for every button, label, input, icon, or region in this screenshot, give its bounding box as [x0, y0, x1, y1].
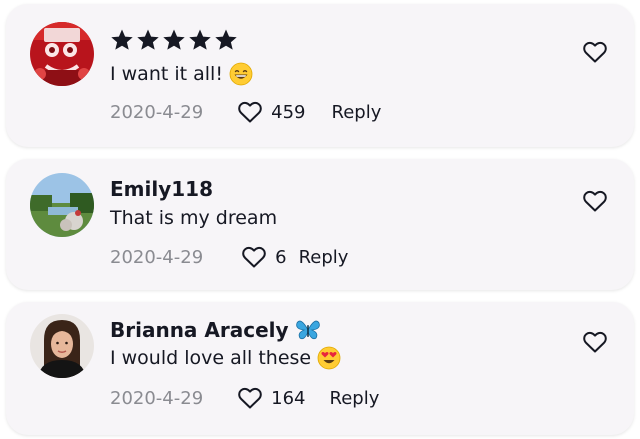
reply-button[interactable]: Reply — [330, 388, 380, 409]
heart-outline-icon — [242, 246, 266, 268]
star-icon — [137, 29, 159, 50]
comment-text: That is my dream — [110, 207, 278, 229]
star-icon — [163, 29, 185, 50]
red-merchandise-avatar-image — [30, 22, 94, 86]
comment-text-row: That is my dream — [110, 207, 277, 229]
comment-card: Brianna Aracely I would love all these 2… — [6, 302, 634, 435]
grinning-face-emoji-icon — [229, 62, 253, 86]
heart-outline-icon[interactable] — [582, 40, 608, 64]
star-icon — [189, 29, 211, 50]
heart-outline-icon[interactable] — [582, 330, 608, 354]
avatar[interactable] — [30, 314, 94, 378]
comment-text: I would love all these — [110, 347, 312, 369]
like-count: 164 — [271, 387, 306, 409]
like-count: 6 — [275, 246, 287, 268]
comment-meta: 2020-4-29 164 Reply — [110, 386, 379, 410]
comment-card: I want it all! 2020-4-29 459 Reply — [6, 4, 634, 147]
heart-outline-icon — [238, 101, 262, 123]
avatar[interactable] — [30, 173, 94, 237]
comment-text: I want it all! — [110, 63, 223, 85]
username[interactable]: Emily118 — [110, 177, 213, 201]
comment-card: Emily118 That is my dream 2020-4-29 6 Re… — [6, 159, 634, 290]
comment-text-row: I would love all these — [110, 346, 341, 370]
comment-date: 2020-4-29 — [110, 101, 204, 123]
reply-button[interactable]: Reply — [332, 102, 382, 123]
woman-portrait-avatar-image — [30, 314, 94, 378]
like-button[interactable]: 164 — [237, 386, 306, 410]
comment-meta: 2020-4-29 459 Reply — [110, 100, 381, 124]
like-button[interactable]: 459 — [237, 100, 306, 124]
reply-button[interactable]: Reply — [299, 247, 349, 268]
heart-eyes-emoji-icon — [317, 346, 341, 370]
avatar[interactable] — [30, 22, 94, 86]
like-count: 459 — [271, 101, 306, 123]
comment-date: 2020-4-29 — [110, 387, 204, 409]
username[interactable]: Brianna Aracely — [110, 318, 289, 342]
comment-text-row: I want it all! — [110, 62, 253, 86]
heart-outline-icon[interactable] — [582, 189, 608, 213]
username-row: Brianna Aracely — [110, 318, 321, 342]
rating-stars — [110, 28, 238, 52]
like-button[interactable]: 6 — [241, 245, 287, 269]
comment-meta: 2020-4-29 6 Reply — [110, 245, 348, 269]
star-icon — [215, 29, 237, 50]
heart-outline-icon — [238, 387, 262, 409]
butterfly-icon — [295, 320, 320, 340]
comment-date: 2020-4-29 — [110, 246, 204, 268]
star-icon — [111, 29, 133, 50]
garden-landscape-avatar-image — [30, 173, 94, 237]
